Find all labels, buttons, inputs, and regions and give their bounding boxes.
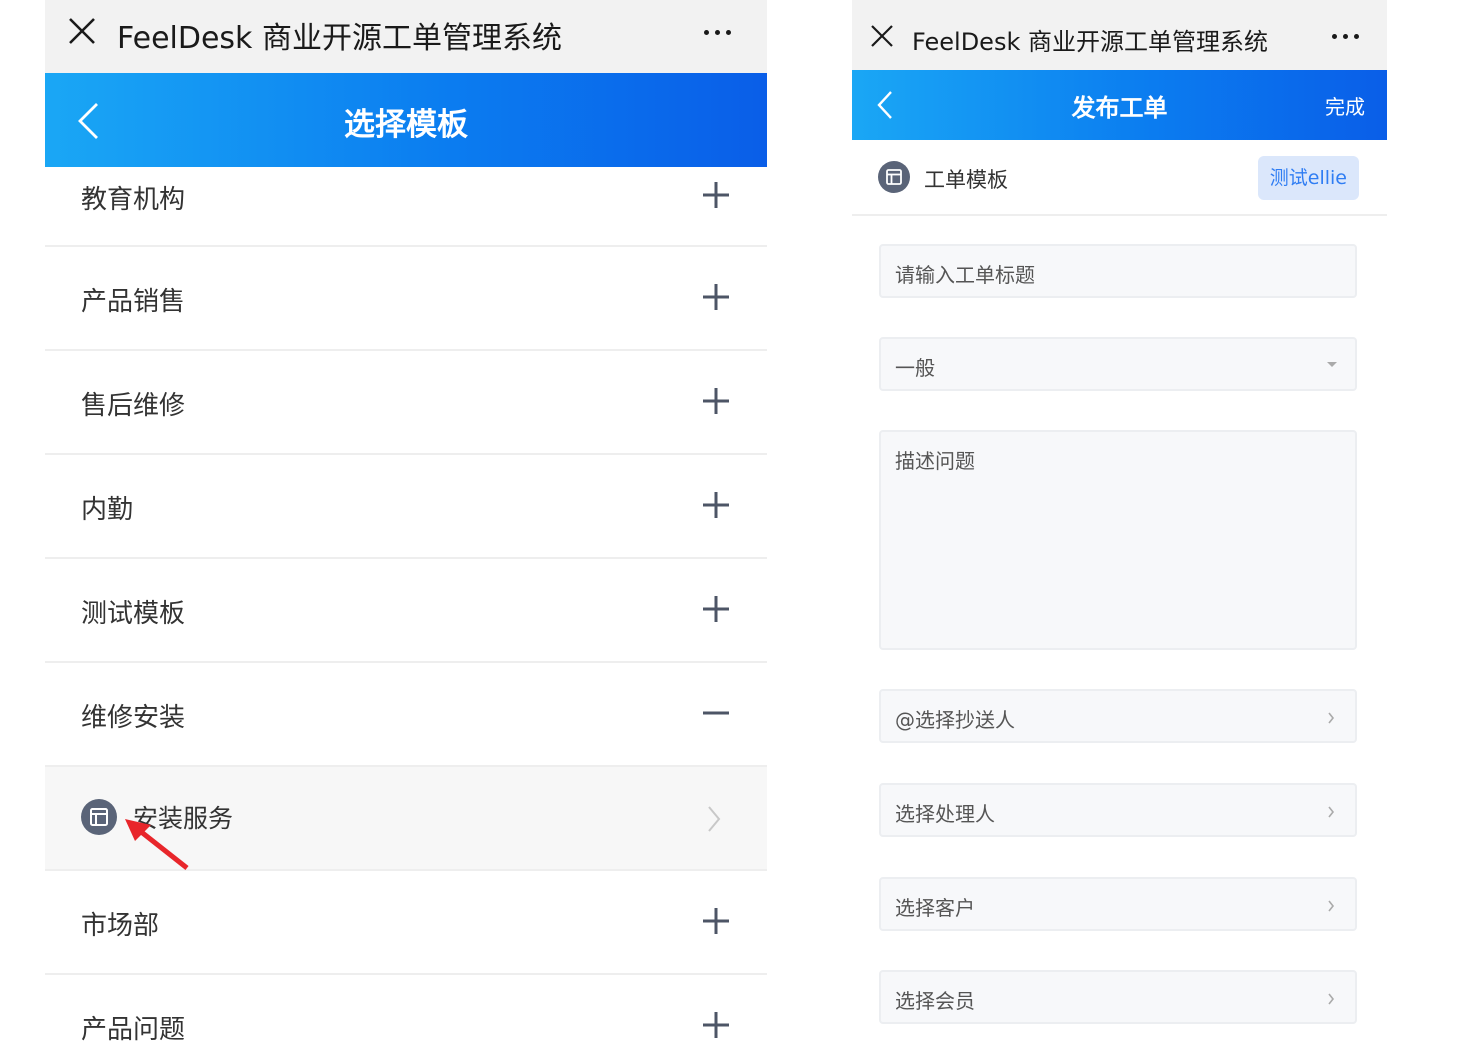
category-item-expanded[interactable]: 维修安装 [45,663,767,767]
cc-select[interactable]: @选择抄送人 [879,689,1357,743]
category-item[interactable]: 售后维修 [45,351,767,455]
close-icon[interactable] [67,16,97,46]
app-title: FeelDesk 商业开源工单管理系统 [117,21,562,56]
page-title: 选择模板 [344,107,468,143]
done-button[interactable]: 完成 [1325,91,1365,120]
chevron-right-icon [1328,712,1335,724]
category-item[interactable]: 市场部 [45,871,767,975]
category-label: 售后维修 [81,391,186,421]
caret-down-icon [1327,362,1337,367]
category-item[interactable]: 产品问题 [45,975,767,1058]
handler-select[interactable]: 选择处理人 [879,783,1357,837]
category-label: 产品问题 [81,1015,186,1045]
template-icon [81,799,117,835]
app-title: FeelDesk 商业开源工单管理系统 [912,28,1268,56]
category-label: 市场部 [81,911,160,941]
title-placeholder: 请输入工单标题 [895,263,1035,287]
publish-ticket-screen: FeelDesk 商业开源工单管理系统 发布工单 完成 工单模板 测试ellie… [852,0,1387,1058]
title-input[interactable]: 请输入工单标题 [879,244,1357,298]
plus-icon[interactable] [703,284,729,310]
plus-icon[interactable] [703,908,729,934]
member-label: 选择会员 [895,989,975,1013]
category-item[interactable]: 教育机构 [45,167,767,247]
template-icon [878,161,910,193]
category-item[interactable]: 内勤 [45,455,767,559]
category-label: 测试模板 [81,599,186,629]
template-item[interactable]: 安装服务 [45,767,767,871]
chevron-right-icon [708,806,721,832]
customer-select[interactable]: 选择客户 [879,877,1357,931]
wechat-title-bar: FeelDesk 商业开源工单管理系统 [852,0,1387,70]
nav-bar: 发布工单 完成 [852,70,1387,140]
minus-icon[interactable] [703,700,729,726]
chevron-right-icon [1328,806,1335,818]
template-label: 工单模板 [924,168,1008,192]
category-item[interactable]: 产品销售 [45,247,767,351]
category-label: 产品销售 [81,287,186,317]
chevron-right-icon [1328,993,1335,1005]
member-select[interactable]: 选择会员 [879,970,1357,1024]
category-label: 维修安装 [81,703,186,733]
more-menu-icon[interactable] [1332,34,1359,39]
template-badge[interactable]: 测试ellie [1257,156,1359,200]
more-menu-icon[interactable] [704,30,731,35]
priority-value: 一般 [895,356,935,380]
priority-select[interactable]: 一般 [879,337,1357,391]
template-row[interactable]: 工单模板 测试ellie [852,140,1387,216]
template-select-screen: FeelDesk 商业开源工单管理系统 选择模板 教育机构 产品销售 售后维修 [45,0,767,1058]
category-label: 内勤 [81,495,134,525]
plus-icon[interactable] [703,388,729,414]
page-title: 发布工单 [1071,94,1168,122]
customer-label: 选择客户 [895,896,975,920]
chevron-right-icon [1328,900,1335,912]
category-label: 教育机构 [81,185,186,215]
plus-icon[interactable] [703,596,729,622]
plus-icon[interactable] [703,182,729,208]
nav-bar: 选择模板 [45,73,767,167]
plus-icon[interactable] [703,492,729,518]
plus-icon[interactable] [703,1012,729,1038]
description-placeholder: 描述问题 [895,449,975,473]
close-icon[interactable] [870,24,894,48]
handler-label: 选择处理人 [895,802,995,826]
template-category-list: 教育机构 产品销售 售后维修 内勤 测试模板 维修安装 安装服务 市场部 产品问… [45,167,767,1058]
description-textarea[interactable]: 描述问题 [879,430,1357,650]
cc-label: @选择抄送人 [895,708,1015,732]
annotation-arrow-icon [125,819,189,870]
category-item[interactable]: 测试模板 [45,559,767,663]
wechat-title-bar: FeelDesk 商业开源工单管理系统 [45,0,767,73]
